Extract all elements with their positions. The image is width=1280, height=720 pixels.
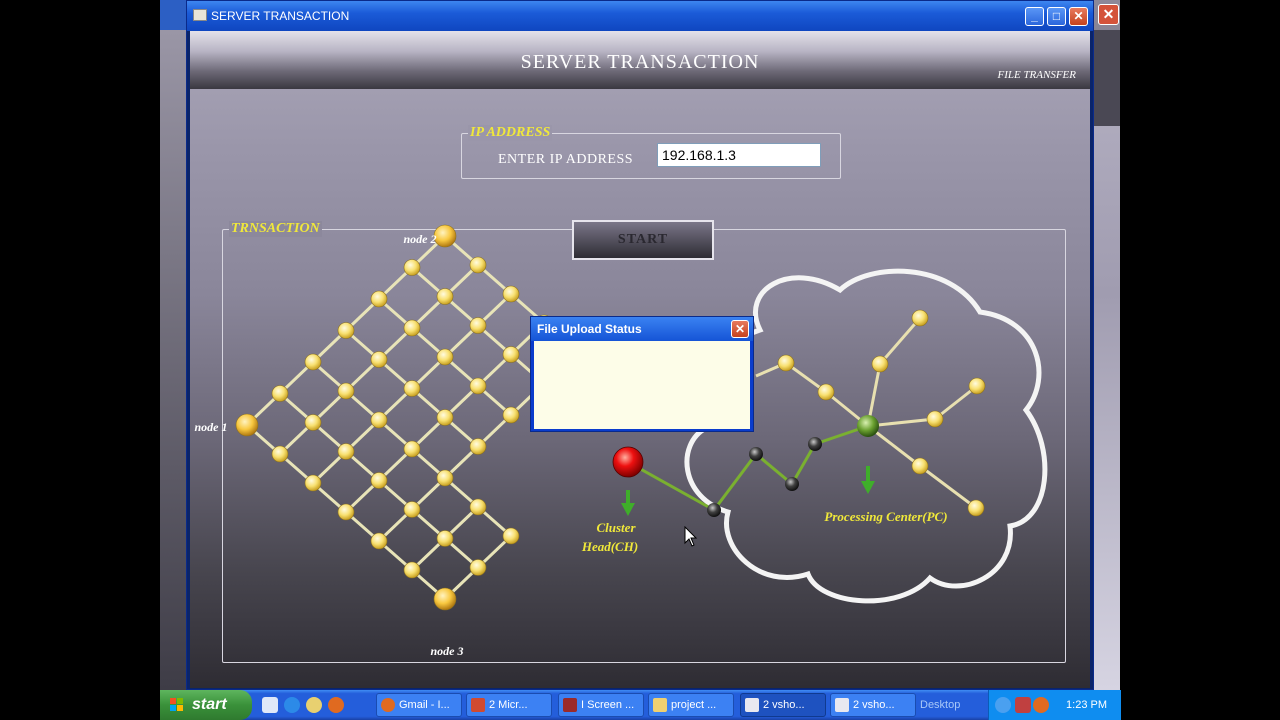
corner-node bbox=[433, 224, 457, 248]
sensor-node bbox=[502, 285, 520, 303]
pc-node bbox=[926, 410, 944, 428]
tray-expand-icon[interactable] bbox=[995, 697, 1011, 713]
sensor-node bbox=[304, 414, 322, 431]
task-label: I Screen ... bbox=[581, 699, 635, 711]
relay-node bbox=[808, 437, 822, 451]
pc-node bbox=[911, 309, 929, 327]
task-screen[interactable]: I Screen ... bbox=[558, 693, 644, 717]
sensor-node bbox=[403, 259, 421, 276]
sensor-node bbox=[403, 501, 421, 518]
dialog-title: File Upload Status bbox=[537, 322, 642, 336]
firefox-icon bbox=[381, 698, 395, 712]
sensor-node bbox=[502, 346, 520, 363]
sensor-node bbox=[436, 530, 454, 547]
task-label: 2 Micr... bbox=[489, 699, 528, 711]
internet-explorer-icon[interactable] bbox=[284, 697, 300, 713]
processing-center-label: Processing Center(PC) bbox=[824, 509, 947, 524]
sensor-node bbox=[304, 353, 322, 371]
dialog-close-button[interactable]: ✕ bbox=[731, 320, 749, 338]
file-upload-status-dialog: File Upload Status ✕ bbox=[530, 316, 754, 432]
sensor-node bbox=[370, 472, 388, 489]
task-vsho-1[interactable]: 2 vsho... bbox=[740, 693, 826, 717]
task-label: Gmail - I... bbox=[399, 699, 450, 711]
sensor-node bbox=[370, 290, 388, 308]
sensor-node bbox=[436, 288, 454, 305]
relay-node bbox=[785, 477, 799, 491]
sensor-node bbox=[469, 256, 487, 274]
task-label: 2 vsho... bbox=[853, 699, 895, 711]
sensor-node bbox=[469, 559, 487, 576]
sensor-node bbox=[403, 561, 421, 579]
outlook-express-icon[interactable] bbox=[306, 697, 322, 713]
pc-node bbox=[817, 383, 835, 401]
relay-node bbox=[707, 503, 721, 517]
sensor-node bbox=[271, 445, 289, 463]
task-label: 2 vsho... bbox=[763, 699, 805, 711]
start-label: start bbox=[192, 696, 227, 713]
sensor-node bbox=[403, 380, 421, 397]
task-label: project ... bbox=[671, 699, 717, 711]
cluster-head-label-line1: Cluster bbox=[596, 520, 636, 535]
sensor-node bbox=[337, 322, 355, 339]
task-microsoft[interactable]: 2 Micr... bbox=[466, 693, 552, 717]
sensor-node bbox=[436, 348, 454, 366]
screen-recorder-icon bbox=[563, 698, 577, 712]
sensor-node bbox=[403, 319, 421, 337]
cluster-head-arrow bbox=[621, 490, 635, 516]
node-3-label: node 3 bbox=[431, 644, 464, 658]
cluster-head-label-line2: Head(CH) bbox=[581, 539, 638, 554]
corner-node bbox=[235, 413, 259, 437]
windows-logo-icon bbox=[170, 698, 183, 711]
sensor-node bbox=[337, 443, 355, 460]
window-icon bbox=[835, 698, 849, 712]
clock: 1:23 PM bbox=[1066, 699, 1107, 711]
pc-node bbox=[777, 354, 795, 372]
start-button-taskbar[interactable]: start bbox=[160, 690, 252, 720]
cluster-head-node bbox=[612, 446, 644, 478]
node-2-label: node 2 bbox=[404, 232, 437, 246]
sensor-node bbox=[436, 469, 454, 487]
pc-node bbox=[968, 377, 986, 395]
show-desktop-icon[interactable] bbox=[262, 697, 278, 713]
system-tray: 1:23 PM bbox=[988, 690, 1121, 720]
sensor-node bbox=[469, 377, 487, 395]
corner-node bbox=[433, 587, 457, 611]
pc-node bbox=[911, 457, 929, 475]
pc-node bbox=[871, 355, 889, 373]
sensor-node bbox=[337, 382, 355, 400]
sensor-node bbox=[502, 406, 520, 424]
ch-pc-links bbox=[627, 424, 869, 512]
tray-firefox-icon[interactable] bbox=[1033, 697, 1049, 713]
sensor-node bbox=[337, 503, 355, 521]
taskbar: start Gmail - I... 2 Micr... I Screen ..… bbox=[160, 690, 1121, 720]
task-project[interactable]: project ... bbox=[648, 693, 734, 717]
tray-app-icon[interactable] bbox=[1015, 697, 1031, 713]
sensor-node bbox=[502, 527, 520, 545]
relay-node bbox=[749, 447, 763, 461]
office-icon bbox=[471, 698, 485, 712]
sensor-node bbox=[469, 438, 487, 455]
window-icon bbox=[745, 698, 759, 712]
sensor-node bbox=[469, 498, 487, 516]
dialog-body bbox=[534, 341, 750, 429]
sensor-node bbox=[304, 474, 322, 492]
pc-node bbox=[967, 499, 985, 517]
firefox-quicklaunch-icon[interactable] bbox=[328, 697, 344, 713]
sensor-node bbox=[436, 409, 454, 426]
dialog-titlebar: File Upload Status ✕ bbox=[531, 317, 753, 341]
task-gmail[interactable]: Gmail - I... bbox=[376, 693, 462, 717]
folder-icon bbox=[653, 698, 667, 712]
sensor-node bbox=[370, 532, 388, 550]
processing-center-arrow bbox=[861, 466, 875, 494]
mouse-cursor-icon bbox=[684, 526, 698, 547]
task-vsho-2[interactable]: 2 vsho... bbox=[830, 693, 916, 717]
sensor-node bbox=[370, 351, 388, 368]
processing-center-node bbox=[857, 415, 879, 437]
sensor-node bbox=[403, 440, 421, 458]
sensor-node bbox=[469, 317, 487, 334]
sensor-node bbox=[271, 385, 289, 402]
desktop-toolbar[interactable]: Desktop bbox=[920, 696, 982, 714]
sensor-node bbox=[370, 411, 388, 429]
node-1-label: node 1 bbox=[195, 420, 228, 434]
